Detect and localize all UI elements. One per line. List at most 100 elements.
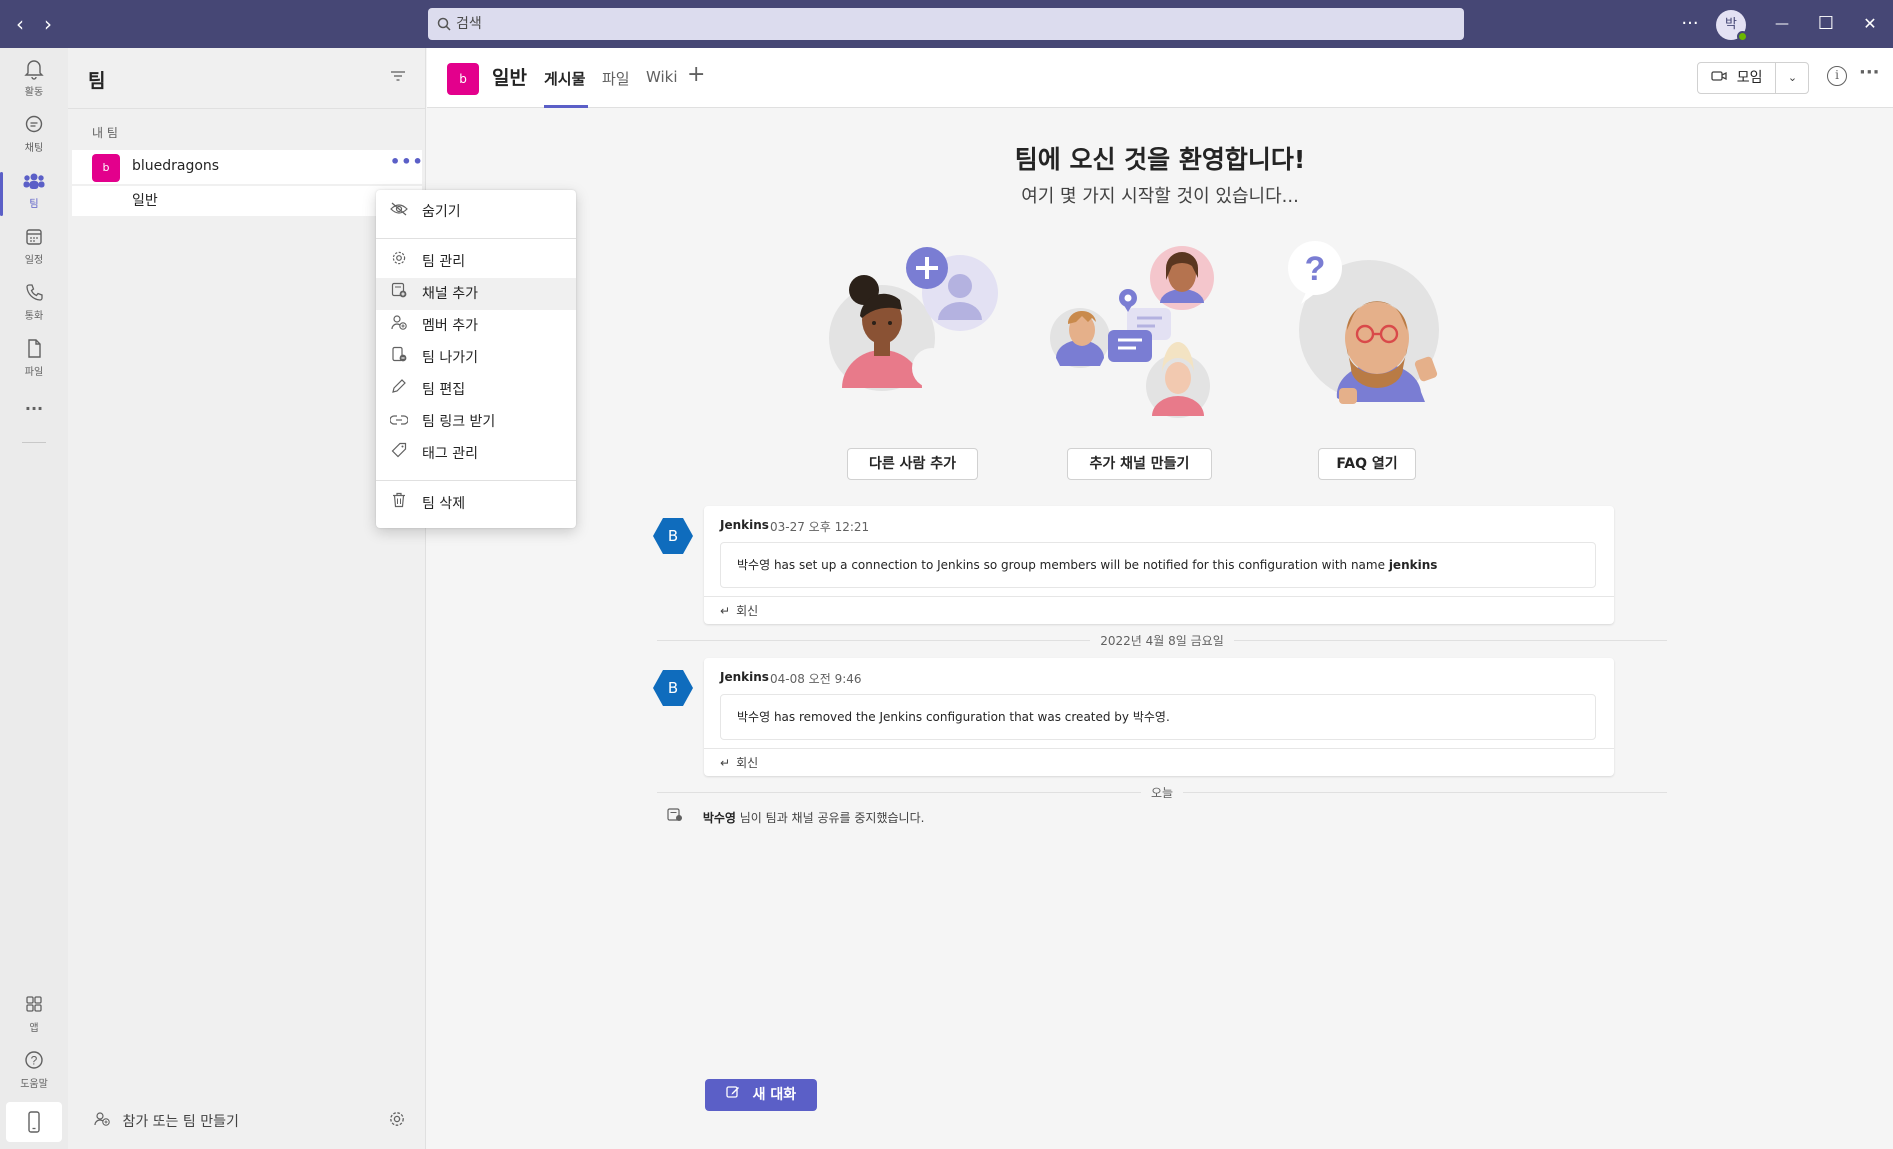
channel-title: 일반 xyxy=(492,67,527,89)
avatar-initial: 박 xyxy=(1725,17,1737,32)
search-input[interactable]: 검색 xyxy=(428,8,1464,40)
menu-item-manage-team[interactable]: 팀 관리 xyxy=(376,246,576,278)
rail-more[interactable]: ··· xyxy=(0,392,68,422)
message-config-name: jenkins xyxy=(1388,558,1438,572)
message-author: Jenkins xyxy=(720,518,769,532)
chevron-down-icon[interactable]: ⌄ xyxy=(1776,63,1809,93)
message-text: has removed the Jenkins configuration th… xyxy=(770,710,1170,724)
join-label: 참가 또는 팀 만들기 xyxy=(122,1114,239,1130)
menu-item-label: 팀 링크 받기 xyxy=(422,414,496,430)
avatar[interactable]: 박 xyxy=(1716,10,1748,42)
presence-indicator xyxy=(1737,31,1748,42)
menu-item-delete-team[interactable]: 팀 삭제 xyxy=(376,488,576,520)
message-body: 박수영 has set up a connection to Jenkins s… xyxy=(720,542,1596,588)
message-card: B Jenkins 03-27 오후 12:21 박수영 has set up … xyxy=(653,506,1614,624)
calendar-icon xyxy=(0,226,68,255)
new-conversation-button[interactable]: 새 대화 xyxy=(705,1079,817,1111)
join-or-create-team-button[interactable]: 참가 또는 팀 만들기 xyxy=(94,1111,239,1131)
apps-icon xyxy=(0,994,68,1023)
forward-icon[interactable]: › xyxy=(36,12,60,36)
rail-item-apps[interactable]: 앱 xyxy=(0,990,68,1046)
message-author: Jenkins xyxy=(720,670,769,684)
menu-item-edit-team[interactable]: 팀 편집 xyxy=(376,374,576,406)
team-item-bluedragons[interactable] xyxy=(72,150,422,184)
faq-illustration: ? xyxy=(1277,238,1447,438)
date-divider: 2022년 4월 8일 금요일 xyxy=(657,630,1667,650)
filter-icon[interactable] xyxy=(390,68,406,87)
team-more-options-icon[interactable]: ••• xyxy=(390,152,424,171)
rail-item-activity[interactable]: 활동 xyxy=(0,54,68,110)
team-context-menu: 숨기기 팀 관리 채널 추가 멤버 추가 팀 나가기 팀 편집 팀 링크 받기 … xyxy=(376,190,576,528)
bell-icon xyxy=(0,58,68,87)
compose-icon xyxy=(726,1086,745,1103)
message-user: 박수영 xyxy=(737,710,771,724)
menu-item-label: 팀 삭제 xyxy=(422,496,466,512)
tab-posts[interactable]: 게시물 xyxy=(544,68,585,89)
svg-text:?: ? xyxy=(31,1054,38,1068)
menu-item-manage-tags[interactable]: 태그 관리 xyxy=(376,438,576,470)
create-channel-button[interactable]: 추가 채널 만들기 xyxy=(1067,448,1212,480)
tab-files[interactable]: 파일 xyxy=(602,68,630,89)
menu-item-get-link[interactable]: 팀 링크 받기 xyxy=(376,406,576,438)
tab-wiki[interactable]: Wiki xyxy=(646,68,678,86)
title-bar: ‹ › 검색 ··· 박 — ☐ ✕ xyxy=(0,0,1893,48)
pencil-icon xyxy=(388,374,410,406)
new-conversation-label: 새 대화 xyxy=(752,1087,797,1103)
link-icon xyxy=(388,406,410,438)
rail-item-files[interactable]: 파일 xyxy=(0,334,68,390)
channel-item-general[interactable] xyxy=(72,186,422,216)
search-icon xyxy=(437,8,451,52)
svg-text:?: ? xyxy=(1305,250,1326,288)
reply-icon: ↵ xyxy=(720,756,731,770)
phone-icon xyxy=(0,282,68,311)
message-time: 04-08 오전 9:46 xyxy=(770,672,862,686)
rail-item-teams[interactable]: 팀 xyxy=(0,166,68,222)
add-member-icon xyxy=(388,310,410,342)
message-text: has set up a connection to Jenkins so gr… xyxy=(770,558,1389,572)
menu-divider xyxy=(376,480,576,481)
video-camera-icon xyxy=(1710,71,1731,86)
back-icon[interactable]: ‹ xyxy=(8,12,32,36)
search-placeholder: 검색 xyxy=(456,16,482,32)
add-tab-icon[interactable]: + xyxy=(687,62,705,87)
message-card: B Jenkins 04-08 오전 9:46 박수영 has removed … xyxy=(653,658,1614,776)
gear-icon[interactable] xyxy=(388,1110,406,1133)
more-options-icon[interactable]: ··· xyxy=(1672,0,1708,48)
menu-item-hide[interactable]: 숨기기 xyxy=(376,196,576,228)
more-options-icon[interactable]: ··· xyxy=(1859,62,1880,83)
open-faq-button[interactable]: FAQ 열기 xyxy=(1318,448,1416,480)
channel-main: b 일반 게시물 파일 Wiki + 모임 ⌄ i ··· 팀에 오신 것을 환… xyxy=(427,48,1893,1149)
info-icon[interactable]: i xyxy=(1827,66,1847,86)
rail-item-help[interactable]: ? 도움말 xyxy=(0,1046,68,1102)
app-rail: 활동 채팅 팀 일정 통화 파일 ··· 앱 ? 도움말 xyxy=(0,48,68,1149)
channel-share-icon xyxy=(667,808,687,825)
reply-button[interactable]: ↵ 회신 xyxy=(704,748,1614,776)
meet-button[interactable]: 모임 xyxy=(1698,63,1776,93)
bot-avatar-letter: B xyxy=(667,527,679,545)
reply-button[interactable]: ↵ 회신 xyxy=(704,596,1614,624)
leave-team-icon xyxy=(388,342,410,374)
mobile-download-button[interactable] xyxy=(6,1102,62,1142)
meet-button-group: 모임 ⌄ xyxy=(1697,62,1809,94)
menu-item-add-member[interactable]: 멤버 추가 xyxy=(376,310,576,342)
system-message: 박수영 님이 팀과 채널 공유를 중지했습니다. xyxy=(667,808,924,826)
system-message-user: 박수영 xyxy=(702,811,736,825)
maximize-button[interactable]: ☐ xyxy=(1808,0,1844,48)
close-button[interactable]: ✕ xyxy=(1852,0,1888,48)
rail-label: 일정 xyxy=(24,255,44,266)
menu-item-label: 팀 나가기 xyxy=(422,350,478,366)
channel-header: b 일반 게시물 파일 Wiki + 모임 ⌄ i ··· xyxy=(427,48,1893,108)
add-people-button[interactable]: 다른 사람 추가 xyxy=(847,448,978,480)
minimize-button[interactable]: — xyxy=(1764,0,1800,48)
rail-divider xyxy=(22,442,46,443)
reply-icon: ↵ xyxy=(720,604,731,618)
menu-item-add-channel[interactable]: 채널 추가 xyxy=(376,278,576,310)
rail-item-calls[interactable]: 통화 xyxy=(0,278,68,334)
tag-icon xyxy=(388,438,410,470)
rail-item-calendar[interactable]: 일정 xyxy=(0,222,68,278)
menu-item-leave-team[interactable]: 팀 나가기 xyxy=(376,342,576,374)
message-user: 박수영 xyxy=(737,558,771,572)
rail-label: 팀 xyxy=(29,199,39,210)
rail-item-chat[interactable]: 채팅 xyxy=(0,110,68,166)
file-icon xyxy=(0,338,68,367)
